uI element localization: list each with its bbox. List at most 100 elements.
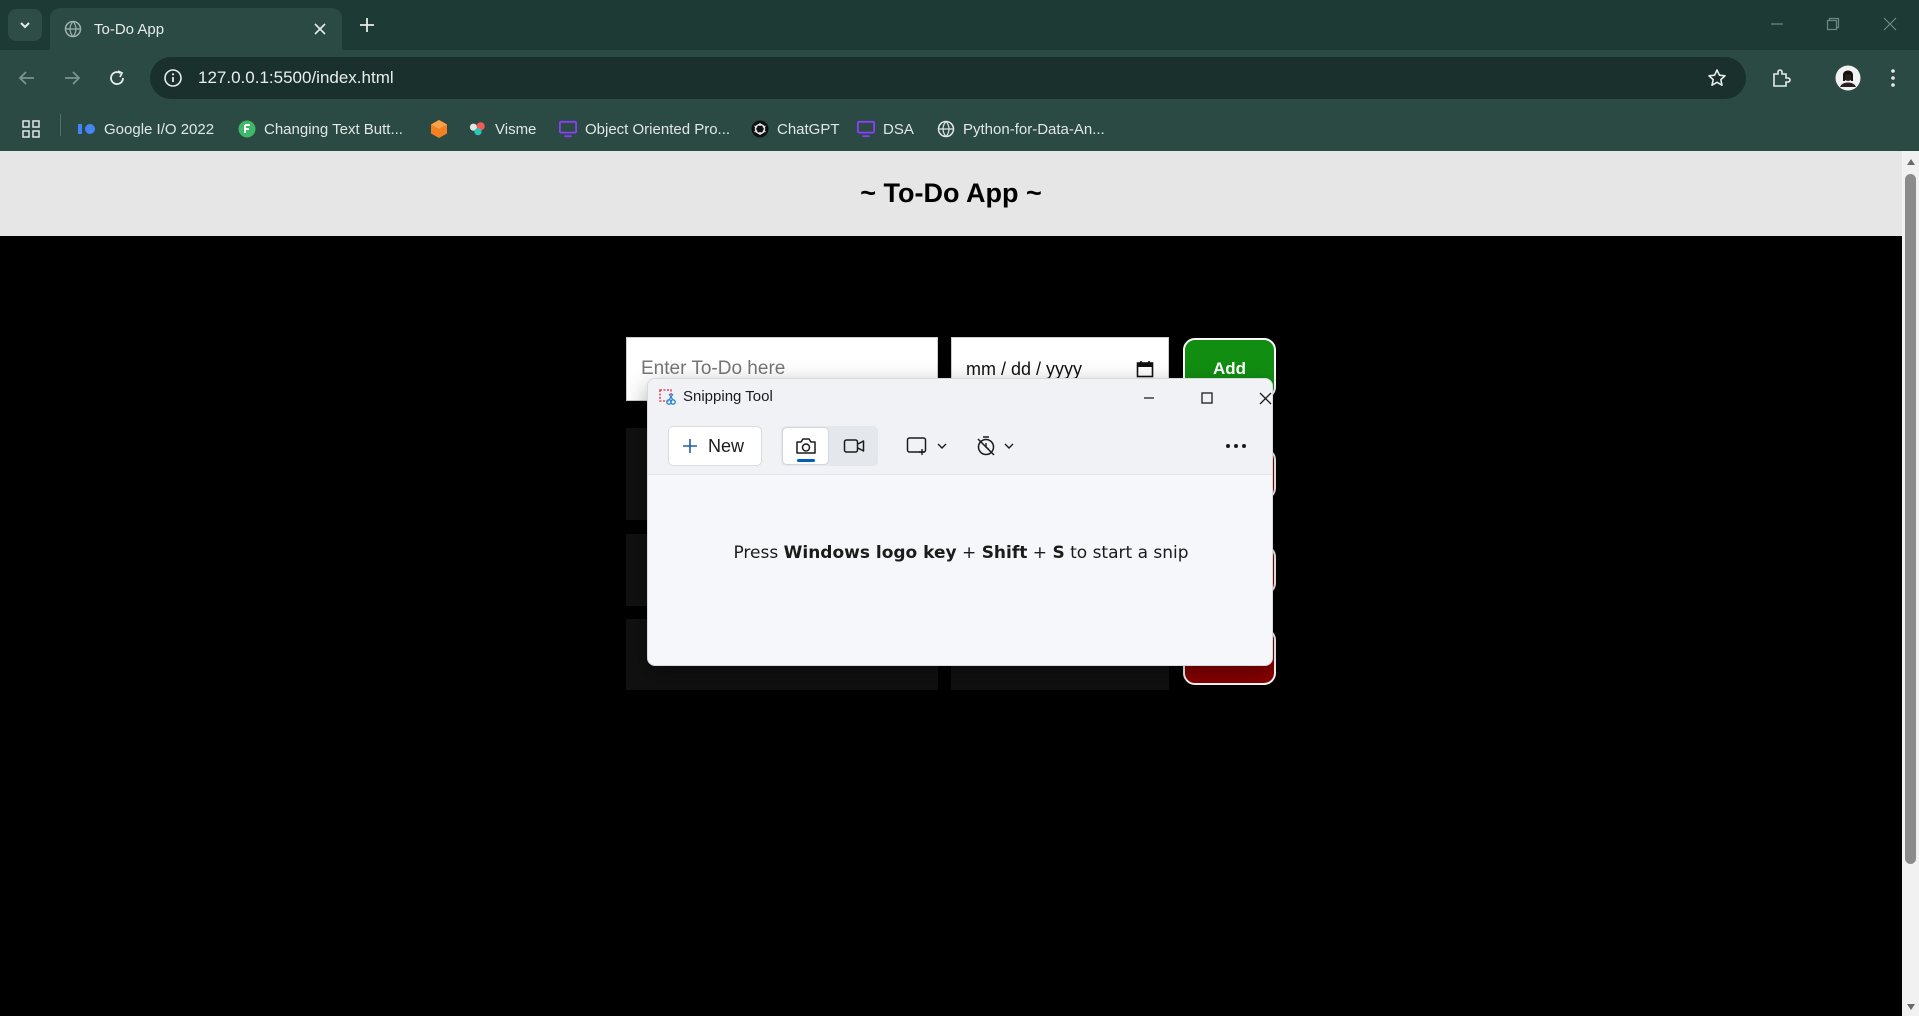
restore-button[interactable]	[1809, 6, 1857, 42]
globe-icon	[937, 120, 955, 138]
kebab-menu-icon	[1891, 69, 1895, 87]
snip-shape-dropdown[interactable]	[906, 426, 948, 466]
address-bar[interactable]: 127.0.0.1:5500/index.html	[150, 57, 1746, 99]
snip-mode-photo-button[interactable]	[782, 427, 829, 465]
todo-input-placeholder: Enter To-Do here	[641, 358, 786, 379]
snipping-tool-app-icon	[659, 389, 676, 405]
avatar-icon	[1835, 65, 1861, 91]
snip-delay-dropdown[interactable]	[975, 426, 1015, 466]
url-text: 127.0.0.1:5500/index.html	[198, 68, 394, 87]
forward-button[interactable]	[55, 61, 89, 95]
triangle-down-icon	[1906, 1003, 1915, 1010]
monitor-icon	[559, 120, 577, 138]
chevron-down-icon	[1004, 443, 1014, 449]
bookmark-label: Object Oriented Pro...	[585, 120, 731, 138]
window-close-button[interactable]	[1866, 6, 1914, 42]
scroll-up-arrow[interactable]	[1904, 155, 1917, 168]
close-icon	[1883, 17, 1897, 31]
tab-close-button[interactable]	[306, 15, 334, 43]
video-camera-icon	[843, 439, 864, 453]
f-letter-icon	[238, 120, 256, 138]
bookmark-changing-text[interactable]: Changing Text Butt...	[238, 117, 403, 141]
site-info-icon[interactable]	[162, 67, 184, 89]
bookmarks-bar: Google I/O 2022 Changing Text Butt... Vi…	[0, 107, 1919, 151]
timer-off-icon	[977, 436, 995, 456]
scroll-down-arrow[interactable]	[1904, 1000, 1917, 1013]
snip-more-options-button[interactable]	[1220, 430, 1252, 462]
bookmark-label: Visme	[495, 120, 537, 138]
snip-msg-key-shift: Shift	[981, 543, 1028, 563]
reload-button[interactable]	[100, 61, 134, 95]
minimize-icon	[1771, 23, 1783, 25]
close-icon	[314, 23, 326, 35]
apps-grid-icon	[22, 120, 40, 138]
snipping-tool-title: Snipping Tool	[683, 388, 773, 405]
page-title: ~ To-Do App ~	[860, 178, 1042, 208]
snip-minimize-button[interactable]	[1126, 381, 1172, 415]
snip-msg-plus: +	[956, 543, 982, 563]
bookmark-dsa[interactable]: DSA	[857, 117, 914, 141]
capture-mode-toggle	[781, 426, 878, 466]
close-icon	[1259, 392, 1271, 404]
plus-icon	[682, 438, 698, 454]
page-header: ~ To-Do App ~	[0, 151, 1902, 236]
restore-icon	[1826, 17, 1840, 31]
new-tab-button[interactable]	[352, 10, 382, 40]
snip-msg-key-windows: Windows logo key	[783, 543, 957, 563]
browser-tab[interactable]: To-Do App	[50, 8, 342, 50]
calendar-icon[interactable]	[1136, 360, 1154, 378]
bookmark-hexagon[interactable]	[430, 117, 456, 141]
bookmark-oop[interactable]: Object Oriented Pro...	[559, 117, 730, 141]
add-button-label: Add	[1212, 358, 1247, 378]
new-snip-label: New	[708, 435, 745, 456]
snip-maximize-button[interactable]	[1184, 381, 1230, 415]
bookmark-visme[interactable]: Visme	[469, 117, 536, 141]
hexagon-icon	[430, 120, 448, 138]
bookmarks-separator	[60, 114, 61, 136]
browser-tab-bar: To-Do App	[0, 0, 1919, 50]
more-horizontal-icon	[1226, 444, 1246, 448]
tab-title: To-Do App	[94, 20, 165, 38]
snipping-tool-window: Snipping Tool New Press Windows logo key…	[647, 378, 1273, 666]
bookmark-label: Google I/O 2022	[104, 120, 215, 138]
date-input-placeholder: mm / dd / yyyy	[966, 358, 1083, 379]
snip-instruction-text: Press Windows logo key + Shift + S to st…	[648, 543, 1272, 563]
back-button[interactable]	[10, 61, 44, 95]
plus-icon	[360, 18, 374, 32]
star-icon	[1708, 69, 1726, 86]
snip-msg-prefix: Press	[733, 543, 784, 563]
snip-close-button[interactable]	[1242, 381, 1272, 415]
chevron-down-icon	[20, 22, 30, 29]
profile-avatar[interactable]	[1831, 61, 1865, 95]
snipping-tool-titlebar[interactable]: Snipping Tool	[648, 379, 1272, 415]
snip-msg-plus: +	[1027, 543, 1053, 563]
bookmark-chatgpt[interactable]: ChatGPT	[751, 117, 840, 141]
scrollbar-thumb[interactable]	[1905, 174, 1916, 864]
new-snip-button[interactable]: New	[668, 426, 762, 466]
bookmark-python[interactable]: Python-for-Data-An...	[937, 117, 1105, 141]
tab-search-button[interactable]	[8, 9, 42, 41]
snip-msg-key-s: S	[1052, 543, 1065, 563]
extensions-button[interactable]	[1764, 61, 1798, 95]
snip-msg-suffix: to start a snip	[1064, 543, 1189, 563]
chatgpt-icon	[751, 120, 769, 138]
google-io-icon	[78, 120, 96, 138]
bookmark-label: Python-for-Data-An...	[963, 120, 1105, 138]
minimize-button[interactable]	[1753, 6, 1801, 42]
selected-indicator	[797, 459, 815, 462]
triangle-up-icon	[1906, 158, 1915, 165]
maximize-icon	[1201, 392, 1213, 404]
browser-menu-button[interactable]	[1876, 61, 1910, 95]
chevron-down-icon	[937, 443, 947, 449]
bookmark-star-button[interactable]	[1700, 61, 1734, 95]
browser-toolbar: 127.0.0.1:5500/index.html	[0, 50, 1919, 107]
minimize-icon	[1144, 397, 1154, 399]
bookmark-label: DSA	[883, 120, 914, 138]
bookmark-label: Changing Text Butt...	[264, 120, 403, 138]
bookmark-google-io[interactable]: Google I/O 2022	[78, 117, 214, 141]
arrow-left-icon	[18, 71, 34, 85]
reload-icon	[110, 70, 124, 85]
snipping-tool-toolbar: New	[648, 415, 1272, 475]
apps-button[interactable]	[22, 117, 40, 141]
snip-mode-video-button[interactable]	[830, 427, 877, 465]
